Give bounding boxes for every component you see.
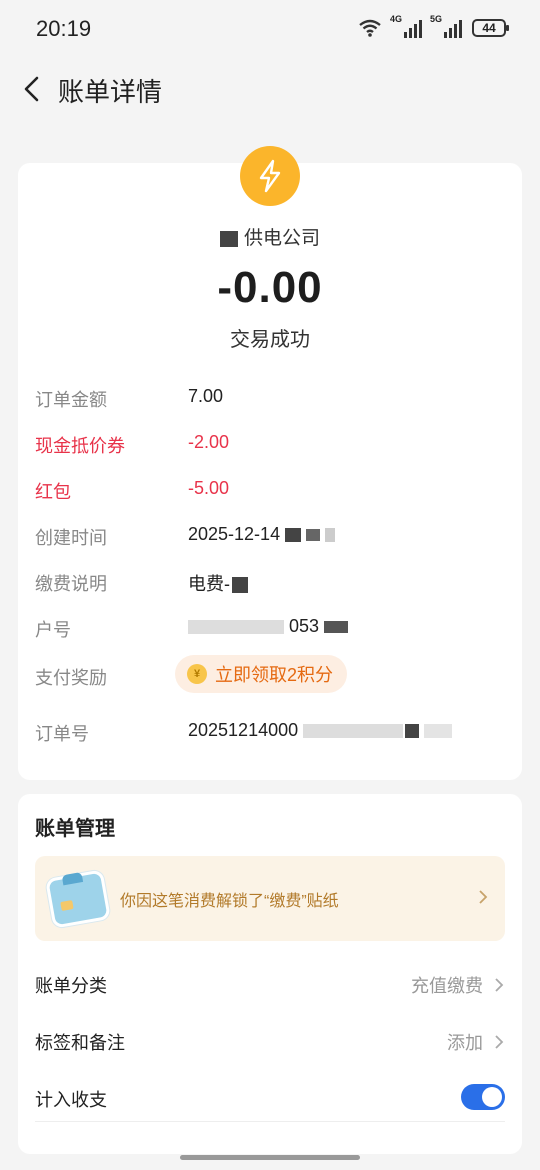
- signal-4g-icon: 4G: [390, 14, 422, 38]
- detail-label: 订单号: [35, 724, 89, 744]
- detail-row-created-time: 创建时间 2025-12-14: [35, 521, 505, 551]
- detail-label: 现金抵价券: [35, 436, 125, 456]
- transaction-card: 供电公司 -0.00 交易成功 订单金额 7.00 现金抵价券 -2.00 红包…: [18, 146, 522, 780]
- detail-value: 电费-: [188, 570, 248, 596]
- status-time: 20:19: [36, 16, 92, 41]
- detail-row-account-number: 户号 053: [35, 613, 505, 643]
- bill-management-card: 账单管理 你因这笔消费解锁了“缴费”贴纸 账单分类 充值缴费 标签和备注 添加 …: [18, 794, 522, 1154]
- page-title: 账单详情: [58, 77, 163, 107]
- bill-category-row[interactable]: 账单分类 充值缴费: [35, 964, 505, 1004]
- coin-icon: ¥: [187, 664, 207, 684]
- include-in-ledger-toggle[interactable]: [461, 1084, 505, 1110]
- transaction-amount: -0.00: [217, 263, 323, 312]
- detail-label: 支付奖励: [35, 668, 107, 688]
- detail-label: 创建时间: [35, 528, 107, 548]
- detail-row-coupon: 现金抵价券 -2.00: [35, 429, 505, 459]
- detail-label: 户号: [35, 620, 71, 640]
- redaction-mask: [219, 230, 238, 247]
- detail-row-reward: 支付奖励 ¥ 立即领取2积分: [35, 655, 505, 693]
- section-title: 账单管理: [35, 818, 115, 840]
- claim-points-label: 立即领取2积分: [215, 665, 334, 685]
- detail-value: 20251214000: [188, 720, 453, 741]
- bill-category-value: 充值缴费: [411, 976, 483, 996]
- detail-value: 053: [188, 616, 349, 637]
- detail-label: 订单金额: [35, 390, 107, 410]
- chevron-right-icon: [495, 978, 504, 992]
- detail-value: 2025-12-14: [188, 524, 336, 545]
- back-button[interactable]: [18, 74, 48, 104]
- sticker-image: [45, 869, 111, 929]
- transaction-status: 交易成功: [230, 329, 310, 351]
- lightning-icon: [240, 146, 300, 206]
- page-header: 账单详情: [0, 62, 540, 118]
- status-bar: 20:19 4G 5G 44: [0, 0, 540, 60]
- detail-value: -5.00: [188, 478, 230, 498]
- detail-row-red-packet: 红包 -5.00: [35, 475, 505, 505]
- status-icons: 4G 5G 44: [358, 14, 509, 38]
- detail-value: 7.00: [188, 386, 224, 406]
- detail-row-order-number: 订单号 20251214000: [35, 717, 505, 747]
- detail-row-order-amount: 订单金额 7.00: [35, 383, 505, 413]
- sticker-banner[interactable]: 你因这笔消费解锁了“缴费”贴纸: [35, 856, 505, 941]
- wifi-icon: [359, 19, 381, 37]
- detail-label: 缴费说明: [35, 574, 107, 594]
- signal-5g-icon: 5G: [430, 14, 462, 38]
- merchant-name: 供电公司: [18, 223, 522, 250]
- claim-points-button[interactable]: ¥ 立即领取2积分: [175, 655, 348, 693]
- home-indicator[interactable]: [180, 1155, 360, 1160]
- chevron-right-icon: [479, 890, 488, 904]
- battery-icon: 44: [472, 19, 509, 37]
- sticker-text: 你因这笔消费解锁了“缴费”贴纸: [120, 893, 339, 910]
- bill-category-label: 账单分类: [35, 976, 107, 996]
- tags-notes-value: 添加: [447, 1033, 483, 1053]
- detail-label: 红包: [35, 482, 71, 502]
- detail-value: -2.00: [188, 432, 230, 452]
- include-in-ledger-label: 计入收支: [35, 1090, 107, 1110]
- chevron-right-icon: [495, 1035, 504, 1049]
- divider: [35, 1121, 505, 1122]
- detail-row-description: 缴费说明 电费-: [35, 567, 505, 597]
- tags-notes-row[interactable]: 标签和备注 添加: [35, 1021, 505, 1061]
- tags-notes-label: 标签和备注: [35, 1033, 125, 1053]
- include-in-ledger-row: 计入收支: [35, 1078, 505, 1118]
